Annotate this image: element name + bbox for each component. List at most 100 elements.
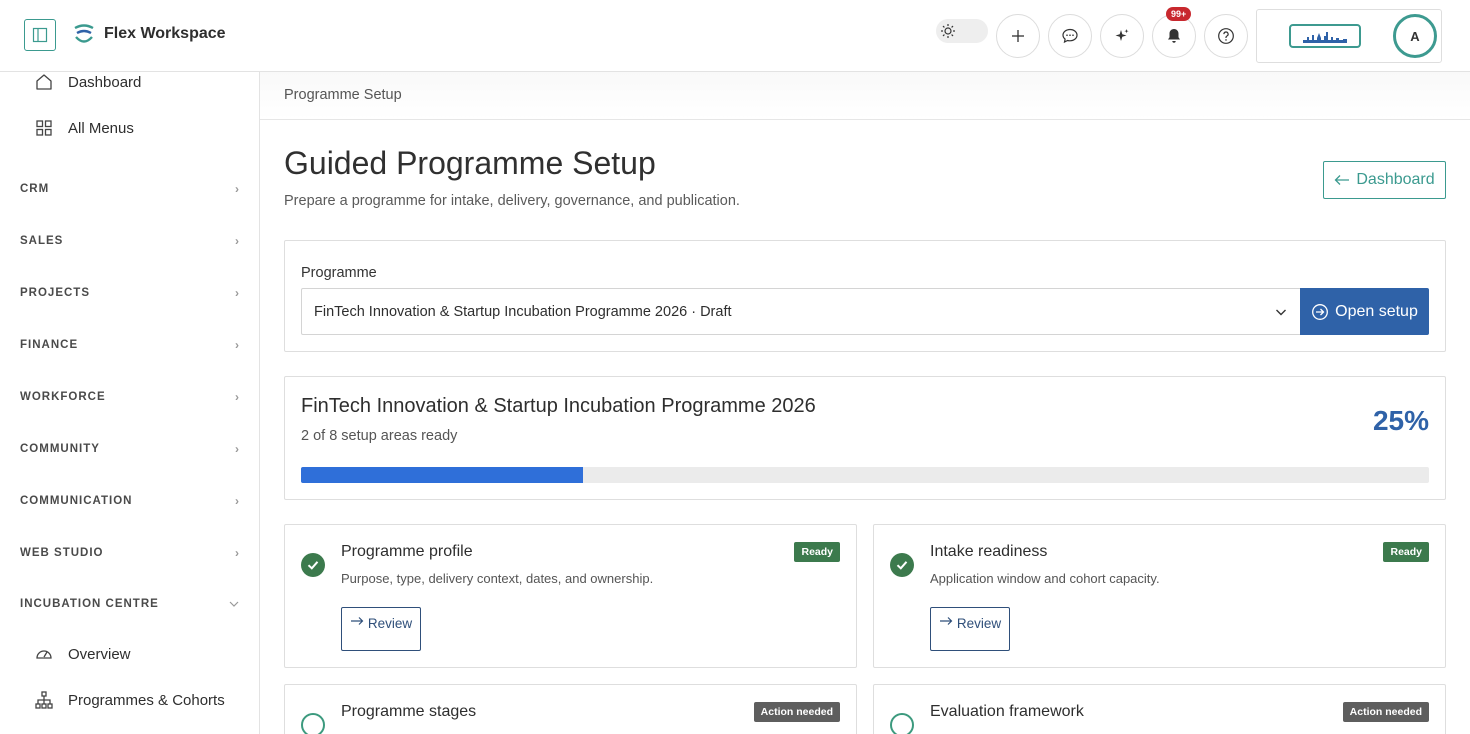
chevron-down-icon [229,601,239,607]
sidebar-item-dashboard[interactable]: Dashboard [34,72,141,92]
section-label: PROJECTS [20,287,90,299]
sidebar: Dashboard All Menus CRM › SALES › PROJECTS… [0,72,260,734]
arrow-circle-right-icon [1312,303,1329,320]
progress-bar [301,467,1429,483]
card-title: Evaluation framework [930,703,1084,720]
sidebar-section-incubation-centre[interactable]: INCUBATION CENTRE [20,598,240,610]
sidebar-section-community[interactable]: COMMUNITY › [20,442,240,456]
check-circle-icon [301,553,325,577]
chevron-right-icon: › [235,442,240,456]
sidebar-item-label: Programmes & Cohorts [68,691,225,709]
breadcrumb: Programme Setup [284,87,402,103]
programme-select[interactable]: FinTech Innovation & Startup Incubation … [301,288,1301,335]
card-title: Intake readiness [930,543,1048,560]
setup-card-intake-readiness: Intake readiness Ready Application windo… [873,524,1446,668]
chevron-right-icon: › [235,546,240,560]
chevron-right-icon: › [235,182,240,196]
sidebar-section-finance[interactable]: FINANCE › [20,338,240,352]
section-label: FINANCE [20,339,79,351]
card-description: Application window and cohort capacity. [930,571,1160,586]
review-button[interactable]: Review [930,607,1010,651]
theme-toggle[interactable] [936,19,988,43]
sidebar-section-communication[interactable]: COMMUNICATION › [20,494,240,508]
arrow-left-icon [1334,175,1350,185]
page-title: Guided Programme Setup [284,145,656,181]
sidebar-item-label: Overview [68,645,131,663]
chevron-right-icon: › [235,390,240,404]
check-circle-icon [890,553,914,577]
chevron-right-icon: › [235,234,240,248]
top-bar: Flex Workspace 99+ A [0,0,1470,72]
programme-selector-panel: Programme FinTech Innovation & Startup I… [284,240,1446,352]
status-badge: Action needed [753,702,840,722]
section-label: SALES [20,235,64,247]
section-label: WORKFORCE [20,391,106,403]
skyline-icon [1303,32,1347,43]
open-setup-label: Open setup [1335,302,1418,320]
chevron-right-icon: › [235,338,240,352]
avatar-initial: A [1410,28,1420,44]
programme-name: FinTech Innovation & Startup Incubation … [301,395,816,417]
ready-count: 2 of 8 setup areas ready [301,428,458,444]
card-description: Purpose, type, delivery context, dates, … [341,571,654,586]
chevron-down-icon [1276,309,1286,315]
section-label: COMMUNITY [20,443,100,455]
progress-percent: 25% [1372,405,1429,436]
sidebar-section-web-studio[interactable]: WEB STUDIO › [20,546,240,560]
programme-summary-panel: FinTech Innovation & Startup Incubation … [284,376,1446,500]
home-icon [36,74,52,90]
sidebar-item-all-menus[interactable]: All Menus [34,118,134,138]
help-button[interactable] [1204,14,1248,58]
brand-logo-icon [74,24,94,43]
empty-circle-icon [301,713,325,734]
organization-logo [1289,24,1361,48]
section-label: CRM [20,183,50,195]
sidebar-item-programmes-cohorts[interactable]: Programmes & Cohorts [34,690,225,710]
page-subtitle: Prepare a programme for intake, delivery… [284,193,740,209]
section-label: INCUBATION CENTRE [20,598,159,610]
help-icon [1218,28,1234,44]
gauge-icon [36,650,52,659]
card-title: Programme profile [341,543,473,560]
account-menu[interactable]: A [1256,9,1442,63]
setup-card-programme-stages: Programme stages Action needed [284,684,857,734]
programme-select-value: FinTech Innovation & Startup Incubation … [314,303,732,320]
chat-button[interactable] [1048,14,1092,58]
breadcrumb-bar: Programme Setup [260,72,1470,120]
app-name: Flex Workspace [104,25,226,42]
progress-bar-fill [301,467,583,483]
review-button[interactable]: Review [341,607,421,651]
bell-icon [1168,29,1180,43]
status-badge: Ready [1383,542,1429,562]
programme-label: Programme [301,265,377,281]
ai-assistant-button[interactable] [1100,14,1144,58]
notification-count-badge: 99+ [1166,7,1192,21]
status-badge: Action needed [1342,702,1429,722]
sidebar-section-workforce[interactable]: WORKFORCE › [20,390,240,404]
card-title: Programme stages [341,703,477,720]
back-button-label: Dashboard [1356,171,1435,188]
chat-bubble-icon [1062,28,1078,44]
plus-icon [1012,30,1024,42]
sun-icon [941,24,955,38]
sidebar-toggle-button[interactable] [24,19,56,51]
review-button-label: Review [367,616,413,631]
back-to-dashboard-button[interactable]: Dashboard [1323,161,1446,199]
add-button[interactable] [996,14,1040,58]
section-label: WEB STUDIO [20,547,104,559]
setup-card-programme-profile: Programme profile Ready Purpose, type, d… [284,524,857,668]
section-label: COMMUNICATION [20,495,133,507]
avatar[interactable]: A [1393,14,1437,58]
sidebar-section-crm[interactable]: CRM › [20,182,240,196]
sidebar-item-label: Dashboard [68,73,142,91]
arrow-right-icon [939,617,953,625]
sidebar-section-projects[interactable]: PROJECTS › [20,286,240,300]
sidebar-section-sales[interactable]: SALES › [20,234,240,248]
brand[interactable]: Flex Workspace [72,22,226,46]
sidebar-item-overview[interactable]: Overview [34,644,131,664]
empty-circle-icon [890,713,914,734]
open-setup-button[interactable]: Open setup [1300,288,1429,335]
chevron-right-icon: › [235,494,240,508]
arrow-right-icon [350,617,364,625]
sparkle-icon [1115,29,1129,41]
